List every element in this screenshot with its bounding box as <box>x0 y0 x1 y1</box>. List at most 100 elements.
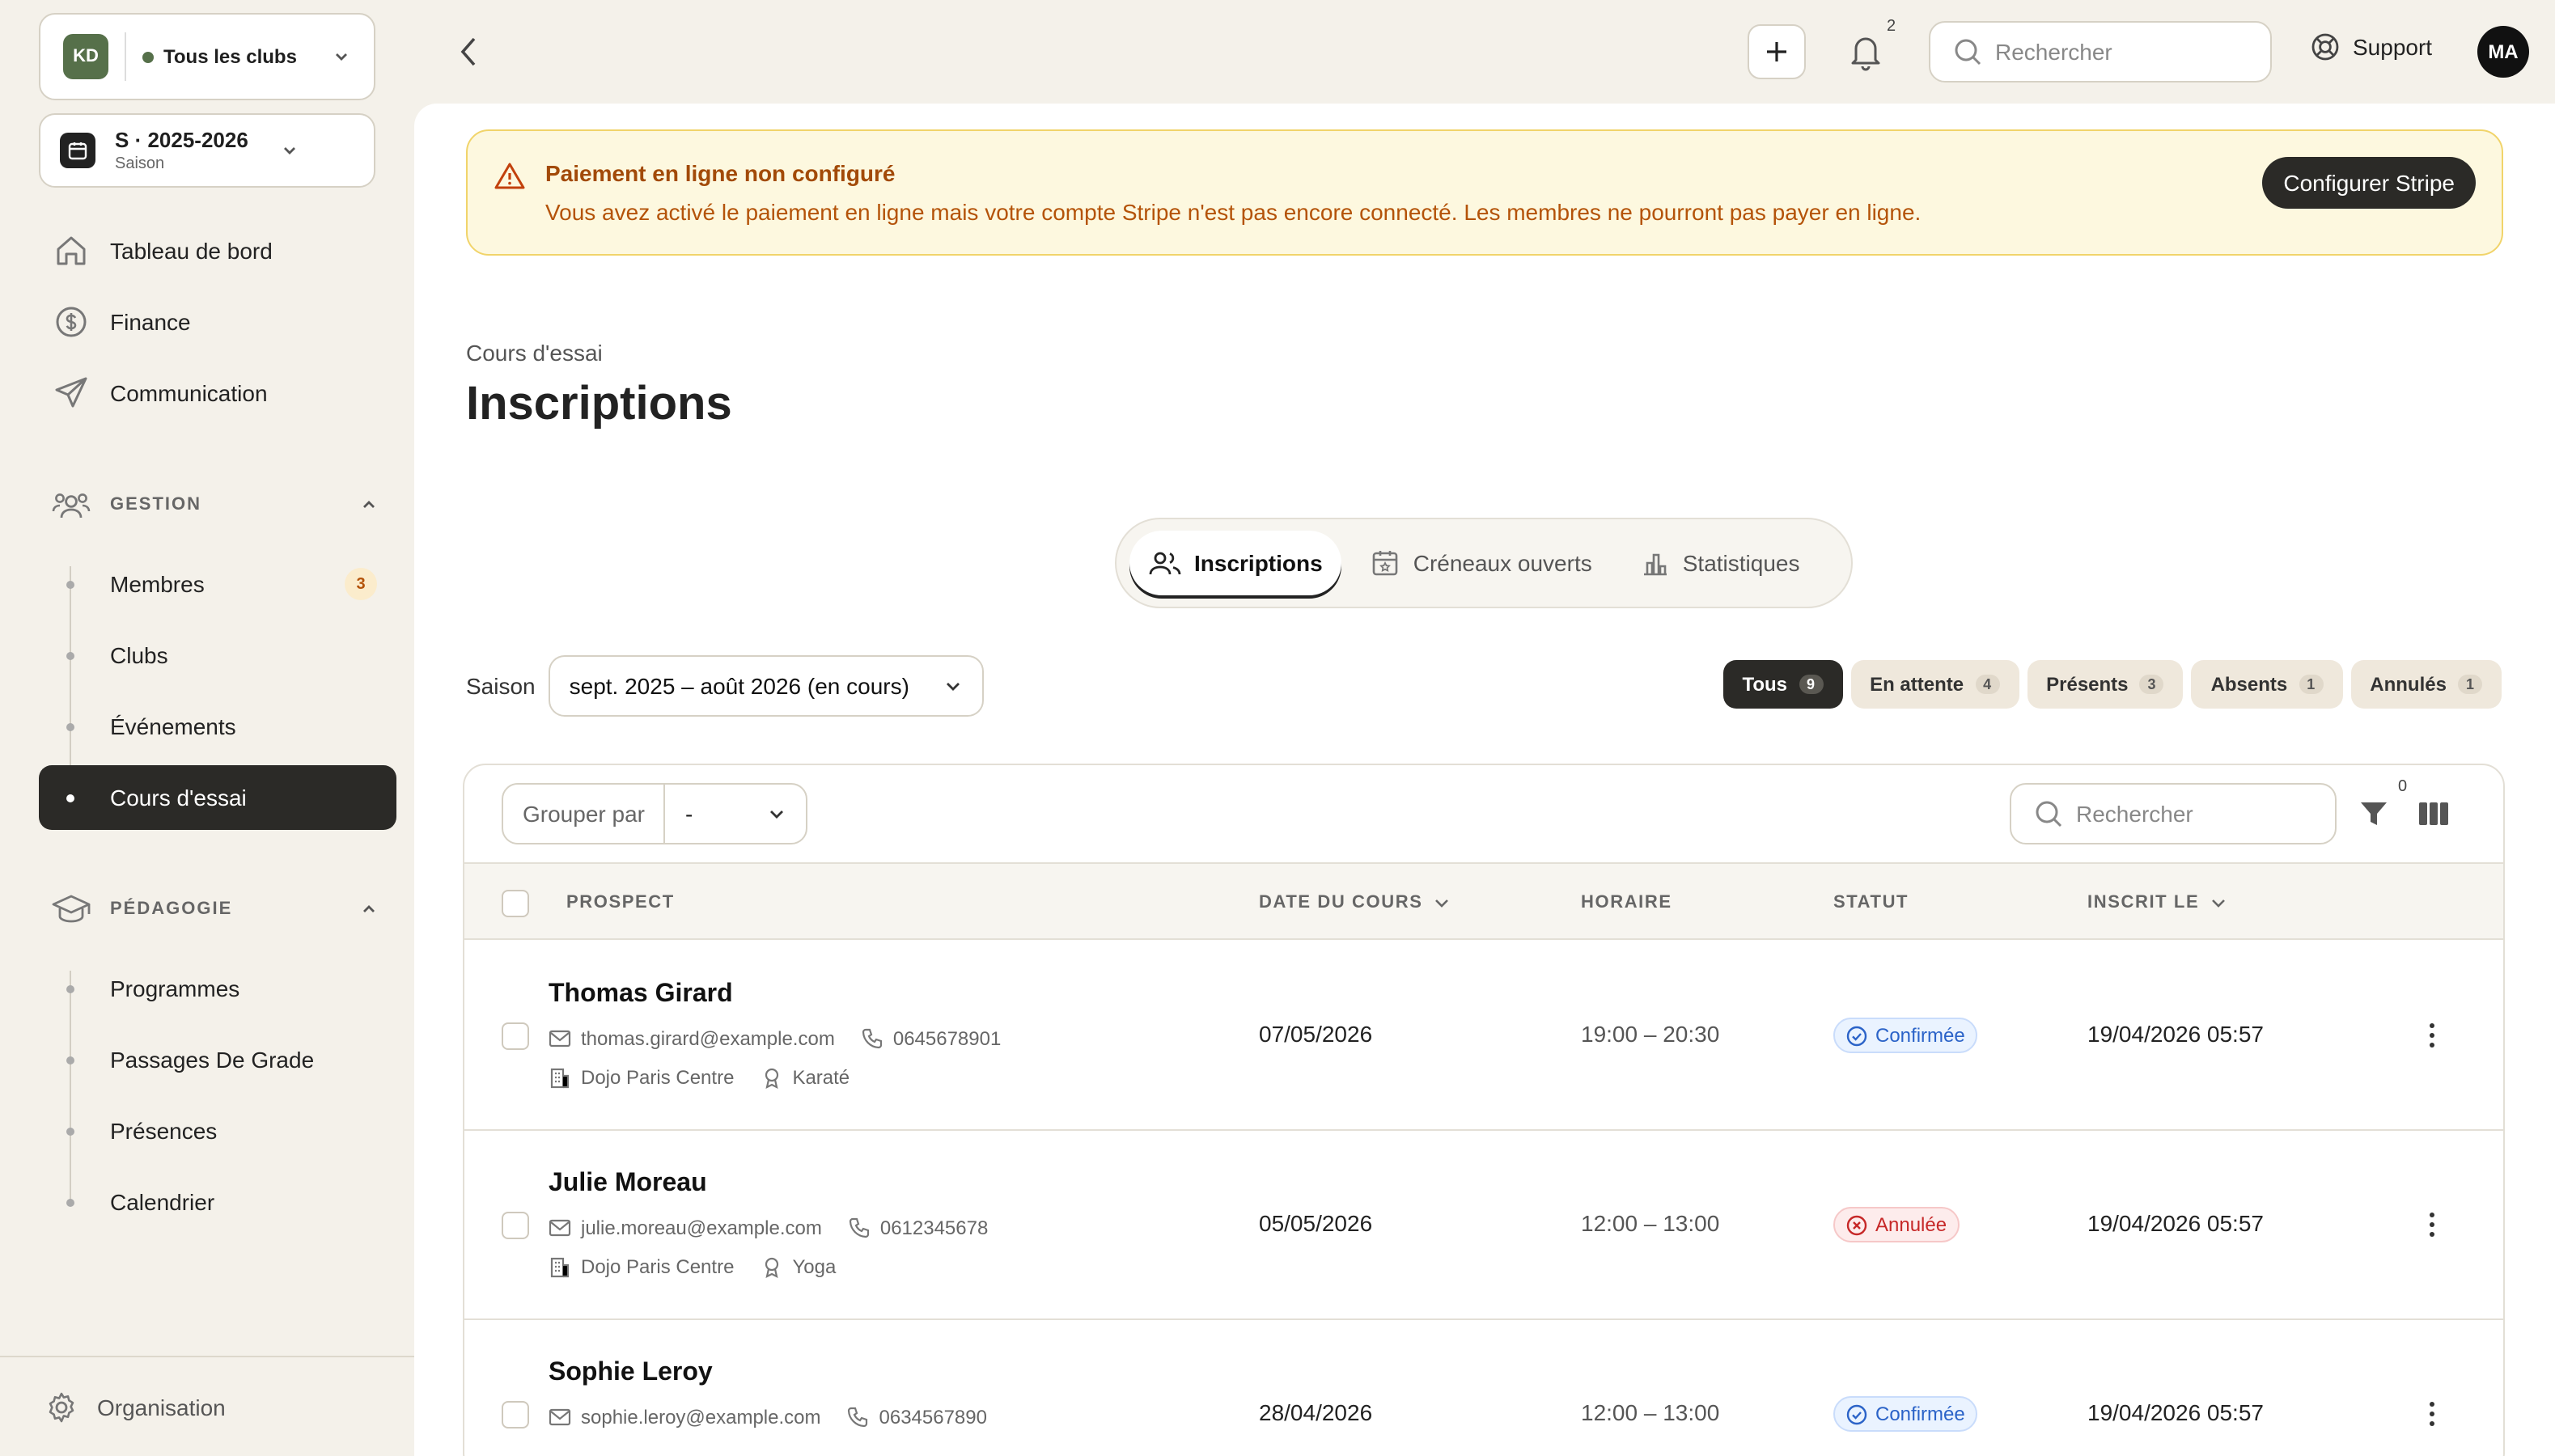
inscriptions-table: Grouper par - Rechercher 0 PROSPECT DATE… <box>463 764 2505 1456</box>
organisation-link[interactable]: Organisation <box>45 1378 226 1437</box>
sidebar-item-label: Programmes <box>110 976 240 1001</box>
filter-icon[interactable] <box>2358 798 2390 830</box>
group-by-label: Grouper par <box>503 785 666 843</box>
sidebar-item-programmes[interactable]: Programmes <box>39 956 396 1021</box>
bullet <box>66 984 74 993</box>
add-button[interactable] <box>1748 24 1806 79</box>
column-date[interactable]: DATE DU COURS <box>1259 864 1452 942</box>
filter-label: Absents <box>2210 673 2288 696</box>
tab-inscriptions[interactable]: Inscriptions <box>1129 531 1342 595</box>
status-badge: Confirmée <box>1833 1396 1978 1432</box>
main-content: Paiement en ligne non configuré Vous ave… <box>414 104 2555 1456</box>
user-avatar[interactable]: MA <box>2477 26 2529 78</box>
more-vertical-icon[interactable] <box>2427 1398 2437 1430</box>
building-icon <box>550 1257 570 1278</box>
season-selector[interactable]: S · 2025-2026 Saison <box>39 113 375 188</box>
support-button[interactable]: Support <box>2311 32 2432 61</box>
table-row[interactable]: Thomas Girard thomas.girard@example.com … <box>464 942 2503 1131</box>
chevron-left-icon <box>460 37 476 66</box>
more-vertical-icon[interactable] <box>2427 1019 2437 1052</box>
row-checkbox[interactable] <box>502 1401 529 1428</box>
select-all-checkbox[interactable] <box>502 890 529 917</box>
filter-count: 1 <box>2457 675 2482 694</box>
table-row[interactable]: Julie Moreau julie.moreau@example.com 06… <box>464 1131 2503 1320</box>
tab-label: Créneaux ouverts <box>1413 550 1592 576</box>
alert-message: Vous avez activé le paiement en ligne ma… <box>545 199 1922 225</box>
nav-item-communication[interactable]: Communication <box>39 361 396 425</box>
column-statut: STATUT <box>1833 893 1909 912</box>
chevron-down-icon <box>946 683 960 691</box>
view-tabs: Inscriptions Créneaux ouverts Statistiqu… <box>1115 518 1853 608</box>
sidebar-item-membres[interactable]: Membres 3 <box>39 552 396 616</box>
sidebar-item-cours-essai[interactable]: Cours d'essai <box>39 765 396 830</box>
search-icon <box>2036 801 2062 827</box>
breadcrumb[interactable]: Cours d'essai <box>466 340 603 366</box>
mail-icon <box>549 1030 571 1048</box>
season-filter-select[interactable]: sept. 2025 – août 2026 (en cours) <box>548 655 984 717</box>
table-row[interactable]: Sophie Leroy sophie.leroy@example.com 06… <box>464 1320 2503 1456</box>
filter-presents[interactable]: Présents 3 <box>2027 660 2184 709</box>
tab-creneaux-ouverts[interactable]: Créneaux ouverts <box>1352 531 1612 595</box>
status-label: Confirmée <box>1875 1024 1965 1047</box>
filter-annules[interactable]: Annulés 1 <box>2350 660 2502 709</box>
sidebar-item-label: Cours d'essai <box>110 785 247 811</box>
sidebar-item-label: Présences <box>110 1118 218 1144</box>
section-pedagogie[interactable]: PÉDAGOGIE <box>39 885 382 933</box>
nav-item-finance[interactable]: Finance <box>39 290 396 354</box>
row-checkbox[interactable] <box>502 1022 529 1050</box>
more-vertical-icon[interactable] <box>2427 1208 2437 1241</box>
back-button[interactable] <box>453 32 485 71</box>
bullet <box>66 722 74 730</box>
column-inscrit-le[interactable]: INSCRIT LE <box>2087 864 2228 942</box>
filter-tous[interactable]: Tous 9 <box>1722 660 1843 709</box>
sidebar-item-evenements[interactable]: Événements <box>39 694 396 759</box>
prospect-phone: 0645678901 <box>892 1027 1002 1050</box>
course-date: 07/05/2026 <box>1259 1021 1373 1047</box>
section-gestion[interactable]: GESTION <box>39 480 382 529</box>
global-search-input[interactable]: Rechercher <box>1929 21 2272 83</box>
lifebuoy-icon <box>2311 33 2339 61</box>
filter-count: 3 <box>2139 675 2164 694</box>
organisation-label: Organisation <box>97 1395 226 1420</box>
sidebar-item-presences[interactable]: Présences <box>39 1098 396 1163</box>
support-label: Support <box>2353 34 2433 60</box>
course-date: 28/04/2026 <box>1259 1399 1373 1425</box>
check-circle-icon <box>1846 1025 1867 1046</box>
sidebar-item-calendrier[interactable]: Calendrier <box>39 1170 396 1234</box>
bullet <box>66 1198 74 1206</box>
columns-icon[interactable] <box>2417 799 2450 828</box>
group-by-select[interactable]: Grouper par - <box>502 783 807 844</box>
prospect-discipline: Karaté <box>792 1066 850 1089</box>
nav-item-dashboard[interactable]: Tableau de bord <box>39 218 396 283</box>
filter-label: Tous <box>1742 673 1788 696</box>
tab-statistiques[interactable]: Statistiques <box>1621 531 1820 595</box>
configure-stripe-button[interactable]: Configurer Stripe <box>2262 157 2476 209</box>
bullet <box>66 580 74 588</box>
status-label: Confirmée <box>1875 1403 1965 1425</box>
sidebar-item-passages-grade[interactable]: Passages De Grade <box>39 1027 396 1092</box>
filter-absents[interactable]: Absents 1 <box>2191 660 2343 709</box>
sidebar-item-clubs[interactable]: Clubs <box>39 623 396 688</box>
section-title: PÉDAGOGIE <box>110 899 233 919</box>
notifications-button[interactable] <box>1848 32 1883 71</box>
sidebar-item-label: Clubs <box>110 642 168 668</box>
bell-icon <box>1851 37 1880 71</box>
registered-at: 19/04/2026 05:57 <box>2087 1399 2264 1425</box>
season-subtitle: Saison <box>115 155 165 173</box>
sidebar-item-label: Passages De Grade <box>110 1047 315 1073</box>
season-filter: Saison sept. 2025 – août 2026 (en cours) <box>466 655 984 717</box>
row-checkbox[interactable] <box>502 1212 529 1239</box>
award-icon <box>765 1257 778 1278</box>
filter-en-attente[interactable]: En attente 4 <box>1850 660 2019 709</box>
bullet <box>66 1056 74 1064</box>
sidebar-item-label: Événements <box>110 713 236 739</box>
course-date: 05/05/2026 <box>1259 1210 1373 1236</box>
send-icon <box>52 375 91 411</box>
prospect-name: Sophie Leroy <box>549 1359 713 1386</box>
club-selector[interactable]: KD Tous les clubs <box>39 13 375 100</box>
bullet <box>66 1127 74 1135</box>
alert-title: Paiement en ligne non configuré <box>545 160 896 186</box>
table-search-input[interactable]: Rechercher <box>2010 783 2337 844</box>
club-status-dot <box>142 51 154 62</box>
calendar-icon <box>60 133 95 168</box>
